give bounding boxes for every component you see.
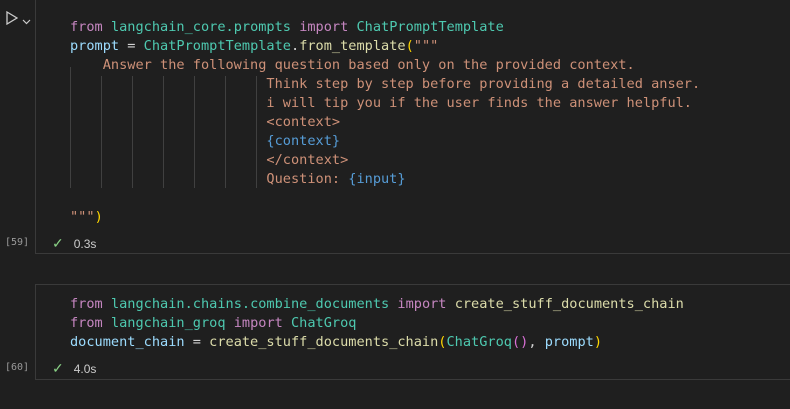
execution-count: [60] [5, 362, 30, 373]
code-line: from langchain_core.prompts import ChatP… [70, 18, 700, 37]
code-editor-59[interactable]: from langchain_core.prompts import ChatP… [70, 18, 700, 227]
code-token: ChatPromptTemplate [356, 19, 504, 35]
code-token: ) [94, 209, 103, 225]
code-token: = [184, 334, 210, 350]
code-token: from [70, 315, 103, 331]
code-token: ChatGroq [291, 315, 357, 331]
code-token: prompt [70, 38, 120, 54]
code-token: . [291, 38, 300, 54]
code-token: langchain_groq [110, 315, 226, 331]
code-token: import [299, 19, 349, 35]
code-token: ChatPromptTemplate [143, 38, 291, 54]
code-token: langchain.chains.combine_documents [110, 296, 390, 312]
code-token: ( [405, 38, 414, 54]
code-line: Think step by step before providing a de… [70, 75, 700, 94]
execution-time: 0.3s [73, 236, 97, 251]
code-line: <context> [70, 113, 700, 132]
code-line: Answer the following question based only… [70, 56, 700, 75]
code-token: prompt [544, 334, 594, 350]
code-token: document_chain [70, 334, 185, 350]
checkmark-icon: ✓ [52, 235, 64, 251]
code-token: from [70, 19, 103, 35]
code-token: , [528, 334, 545, 350]
code-token: create_stuff_documents_chain [209, 334, 439, 350]
code-token: from [70, 296, 103, 312]
checkmark-icon: ✓ [52, 360, 64, 376]
run-cell-icon[interactable] [6, 10, 19, 29]
code-line: </context> [70, 151, 700, 170]
code-token: i will tip you if the user finds the ans… [70, 95, 692, 111]
code-token: """ [70, 209, 95, 225]
cell-status: ✓ 4.0s [52, 360, 96, 377]
code-line: {context} [70, 132, 700, 151]
code-token: langchain_core.prompts [110, 19, 291, 35]
chevron-down-icon[interactable] [22, 10, 31, 29]
execution-time: 4.0s [73, 361, 97, 376]
code-line: from langchain_groq import ChatGroq [70, 314, 684, 333]
code-token: ChatGroq [446, 334, 512, 350]
cell-run-controls[interactable] [6, 10, 31, 29]
code-token: create_stuff_documents_chain [454, 296, 684, 312]
code-token: {context} [266, 133, 341, 149]
code-token: import [233, 315, 283, 331]
code-editor-60[interactable]: from langchain.chains.combine_documents … [70, 295, 684, 352]
code-line: prompt = ChatPromptTemplate.from_templat… [70, 37, 700, 56]
code-line: from langchain.chains.combine_documents … [70, 295, 684, 314]
code-token: Think step by step before providing a de… [70, 76, 701, 92]
code-token: Question: [70, 171, 349, 187]
code-token: """ [413, 38, 439, 54]
code-token: Answer the following question based only… [70, 57, 635, 73]
code-token: () [511, 334, 529, 350]
code-token: </context> [70, 152, 349, 168]
code-line: document_chain = create_stuff_documents_… [70, 333, 684, 352]
code-token: <context> [70, 114, 341, 130]
code-line: """) [70, 208, 700, 227]
code-token: from_template [299, 38, 406, 54]
code-line: i will tip you if the user finds the ans… [70, 94, 700, 113]
code-line: Question: {input} [70, 170, 700, 189]
cell-status: ✓ 0.3s [52, 235, 96, 252]
code-token: ) [593, 334, 603, 350]
execution-count: [59] [5, 237, 30, 248]
code-token: = [119, 38, 144, 54]
code-token: {input} [348, 171, 406, 187]
code-token: import [397, 296, 447, 312]
